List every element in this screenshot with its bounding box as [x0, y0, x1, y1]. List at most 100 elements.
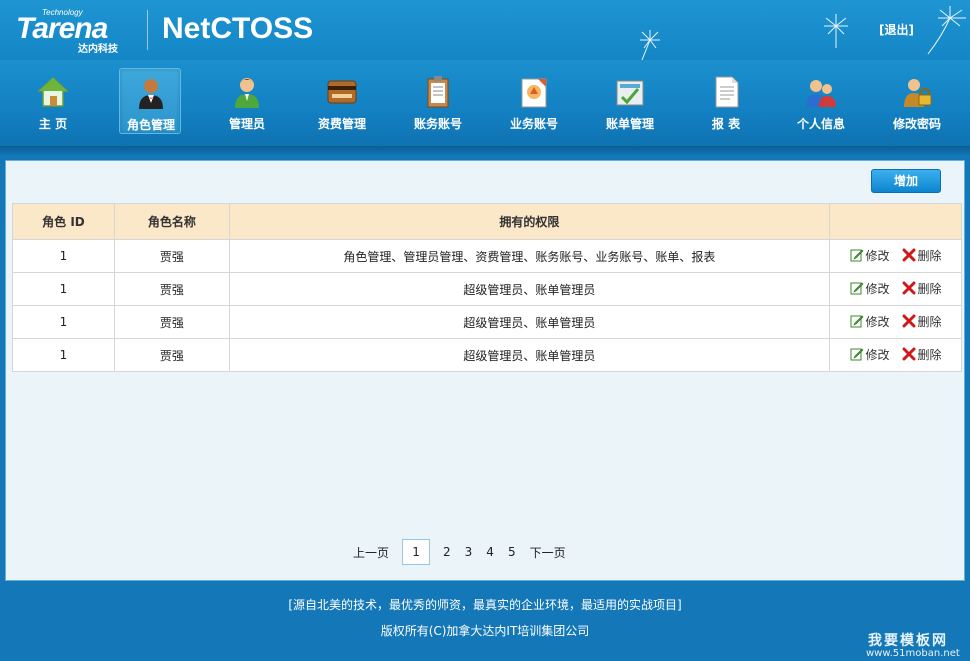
- role-icon: [139, 79, 163, 109]
- table-row: 1 贾强 超级管理员、账单管理员 修改 删除: [12, 272, 962, 306]
- nav-item-roles[interactable]: 角色管理: [119, 68, 181, 134]
- nav-label: 个人信息: [796, 117, 845, 131]
- nav-item-bill[interactable]: 账单管理: [599, 68, 661, 134]
- permissions-cell: 超级管理员、账单管理员: [228, 272, 831, 306]
- role-name-cell: 贾强: [113, 239, 230, 273]
- page-link[interactable]: 3: [465, 545, 473, 559]
- nav-item-service-account[interactable]: 业务账号: [503, 68, 565, 134]
- page-link[interactable]: 2: [443, 545, 451, 559]
- edit-label: 修改: [865, 347, 890, 362]
- edit-label: 修改: [865, 314, 890, 329]
- role-id-cell: 1: [12, 338, 115, 372]
- page-link[interactable]: 5: [508, 545, 516, 559]
- logo-divider: [147, 10, 148, 50]
- delete-label: 删除: [917, 314, 942, 329]
- role-id-cell: 1: [12, 272, 115, 306]
- report-icon: [715, 76, 739, 108]
- edit-button[interactable]: 修改: [850, 346, 890, 363]
- main-content: 增加 角色 ID 角色名称 拥有的权限 1 贾强 角色管理、管理员管理、资费管理、账…: [5, 160, 965, 581]
- edit-label: 修改: [865, 281, 890, 296]
- edit-button[interactable]: 修改: [850, 280, 890, 297]
- permissions-cell: 超级管理员、账单管理员: [228, 305, 831, 339]
- role-id-cell: 1: [12, 305, 115, 339]
- nav-label: 账单管理: [605, 117, 654, 131]
- role-id-cell: 1: [12, 239, 115, 273]
- nav-item-fee[interactable]: 资费管理: [311, 68, 373, 134]
- header: Technology Tarena 达内科技 NetCTOSS [退出]: [0, 0, 970, 60]
- pagination: 上一页 1 2 3 4 5 下一页: [346, 539, 573, 565]
- table-row: 1 贾强 超级管理员、账单管理员 修改 删除: [12, 338, 962, 372]
- home-icon: [37, 76, 69, 107]
- nav-label: 管理员: [228, 117, 265, 131]
- delete-button[interactable]: 删除: [902, 280, 942, 297]
- footer-copyright: 版权所有(C)加拿大达内IT培训集团公司: [380, 624, 590, 638]
- edit-icon: [850, 348, 863, 361]
- edit-icon: [850, 315, 863, 328]
- nav-item-user-info[interactable]: 个人信息: [790, 68, 852, 134]
- password-icon: [904, 79, 932, 107]
- service-account-icon: [521, 78, 547, 108]
- column-header-permissions: 拥有的权限: [228, 203, 831, 240]
- logout-link[interactable]: [退出]: [879, 21, 914, 38]
- bill-icon: [616, 80, 644, 106]
- nav-item-home[interactable]: 主 页: [22, 68, 84, 134]
- roles-table: 角色 ID 角色名称 拥有的权限 1 贾强 角色管理、管理员管理、资费管理、账务账号…: [12, 203, 962, 372]
- delete-label: 删除: [917, 248, 942, 263]
- delete-label: 删除: [917, 347, 942, 362]
- nav-label: 资费管理: [317, 117, 366, 131]
- delete-icon: [902, 314, 916, 328]
- footer-slogan: [源自北美的技术，最优秀的师资，最真实的企业环境，最适用的实战项目]: [288, 598, 682, 612]
- next-page-link[interactable]: 下一页: [530, 544, 566, 561]
- actions-cell: 修改 删除: [829, 305, 962, 339]
- page-link-current[interactable]: 1: [402, 539, 431, 565]
- edit-button[interactable]: 修改: [850, 313, 890, 330]
- logo-subtitle: 达内科技: [78, 44, 118, 55]
- delete-icon: [902, 281, 916, 295]
- nav-item-report[interactable]: 报 表: [695, 68, 757, 134]
- role-name-cell: 贾强: [113, 338, 230, 372]
- table-header-row: 角色 ID 角色名称 拥有的权限: [12, 203, 962, 240]
- nav-label: 账务账号: [413, 117, 462, 131]
- delete-button[interactable]: 删除: [902, 247, 942, 264]
- table-row: 1 贾强 超级管理员、账单管理员 修改 删除: [12, 305, 962, 339]
- main-nav: 主 页 角色管理 管理员 资费管理 账务账号 业务账号 账单管理 报 表 个人信…: [0, 60, 970, 146]
- page-link[interactable]: 4: [486, 545, 494, 559]
- delete-button[interactable]: 删除: [902, 346, 942, 363]
- watermark-url: www.51moban.net: [866, 648, 960, 659]
- edit-icon: [850, 282, 863, 295]
- admin-icon: [235, 78, 259, 108]
- delete-button[interactable]: 删除: [902, 313, 942, 330]
- user-info-icon: [806, 80, 836, 107]
- actions-cell: 修改 删除: [829, 272, 962, 306]
- prev-page-link[interactable]: 上一页: [353, 544, 389, 561]
- watermark-text: 我要模板网: [868, 633, 948, 649]
- permissions-cell: 超级管理员、账单管理员: [228, 338, 831, 372]
- nav-label: 业务账号: [509, 117, 558, 131]
- edit-button[interactable]: 修改: [850, 247, 890, 264]
- nav-label: 修改密码: [892, 117, 941, 131]
- column-header-role-name: 角色名称: [113, 203, 230, 240]
- delete-label: 删除: [917, 281, 942, 296]
- nav-item-account[interactable]: 账务账号: [407, 68, 469, 134]
- dandelion-icon: [927, 6, 966, 55]
- dandelion-icon: [824, 14, 848, 48]
- table-row: 1 贾强 角色管理、管理员管理、资费管理、账务账号、业务账号、账单、报表 修改 删除: [12, 239, 962, 273]
- edit-label: 修改: [865, 248, 890, 263]
- actions-cell: 修改 删除: [829, 239, 962, 273]
- actions-cell: 修改 删除: [829, 338, 962, 372]
- nav-label: 报 表: [711, 117, 741, 131]
- nav-label: 主 页: [38, 117, 68, 131]
- role-name-cell: 贾强: [113, 305, 230, 339]
- column-header-actions: [829, 203, 962, 240]
- nav-item-password[interactable]: 修改密码: [886, 68, 948, 134]
- add-role-button[interactable]: 增加: [871, 169, 941, 193]
- account-icon: [427, 76, 449, 108]
- footer: [源自北美的技术，最优秀的师资，最真实的企业环境，最适用的实战项目] 版权所有(…: [0, 582, 970, 661]
- dandelion-icon: [640, 30, 660, 60]
- role-name-cell: 贾强: [113, 272, 230, 306]
- permissions-cell: 角色管理、管理员管理、资费管理、账务账号、业务账号、账单、报表: [228, 239, 831, 273]
- tarena-logo: Technology Tarena 达内科技: [16, 8, 134, 55]
- column-header-role-id: 角色 ID: [12, 203, 115, 240]
- nav-item-admin[interactable]: 管理员: [216, 68, 278, 134]
- nav-divider: [0, 146, 970, 156]
